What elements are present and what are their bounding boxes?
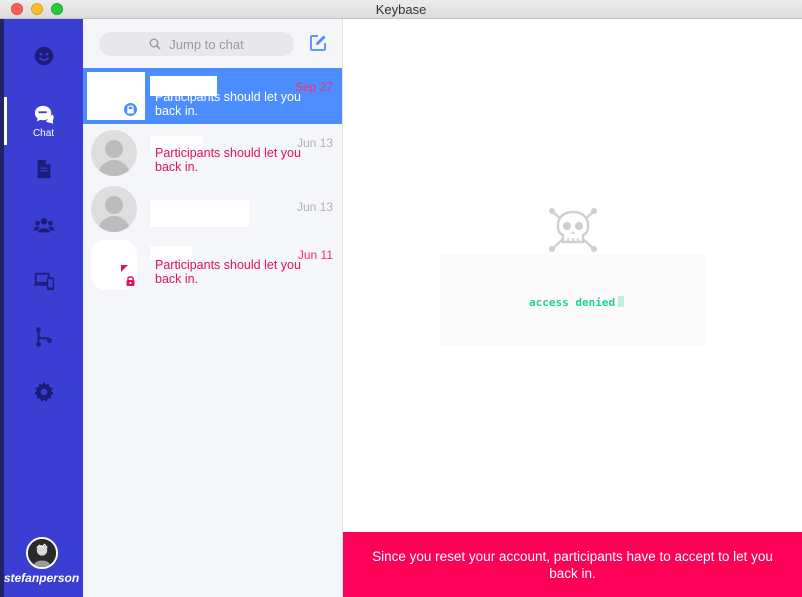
teams-icon: [32, 218, 55, 233]
search-placeholder: Jump to chat: [169, 36, 244, 52]
compose-icon[interactable]: [309, 34, 327, 52]
conversation-row[interactable]: Sep 27 Participants should let you back …: [83, 68, 342, 124]
title-bar: Keybase: [0, 0, 802, 19]
conversation-snippet: Participants should let you back in.: [155, 146, 301, 174]
access-denied-label: access denied: [529, 296, 616, 309]
window-title: Keybase: [375, 2, 427, 17]
search-icon: [149, 38, 161, 50]
access-denied-text: access denied: [529, 296, 625, 309]
current-user[interactable]: stefanperson: [0, 537, 83, 585]
gear-icon: [33, 381, 54, 402]
nav-item-settings[interactable]: [4, 372, 83, 412]
reset-lock-icon: [124, 103, 137, 116]
skull-icon: [549, 208, 597, 252]
nav-item-git[interactable]: [4, 317, 83, 357]
conversation-snippet: Participants should let you back in.: [155, 90, 301, 118]
devices-icon: [33, 272, 54, 291]
conversation-snippet: Participants should let you back in.: [155, 258, 301, 286]
conversation-avatar: [91, 186, 137, 232]
nav-item-chat[interactable]: Chat: [4, 97, 83, 145]
avatar-fragment: [121, 265, 128, 272]
nav-item-teams[interactable]: [4, 205, 83, 245]
git-icon: [35, 327, 52, 347]
nav-item-files[interactable]: [4, 149, 83, 189]
nav-label-chat: Chat: [32, 127, 55, 139]
conversation-row[interactable]: Jun 11 Participants should let you back …: [83, 236, 342, 292]
terminal-cursor: [618, 296, 625, 307]
username-label: stefanperson: [3, 571, 80, 585]
conversation-pane: access denied Since you reset your accou…: [343, 19, 802, 597]
conversation-row[interactable]: Jun 13 Participants should let you back …: [83, 124, 342, 180]
conversation-avatar: [91, 130, 137, 176]
conversation-row[interactable]: Jun 13: [83, 180, 342, 236]
jump-to-chat-search[interactable]: Jump to chat: [99, 32, 294, 56]
nav-item-devices[interactable]: [4, 261, 83, 301]
nav-item-people[interactable]: [4, 36, 83, 76]
user-avatar[interactable]: [25, 537, 58, 569]
reset-account-banner: Since you reset your account, participan…: [343, 532, 802, 597]
inbox-panel: Jump to chat Sep 27 Participants should …: [83, 19, 343, 597]
people-icon: [34, 46, 53, 66]
user-avatar-image: [27, 539, 56, 567]
files-icon: [37, 159, 50, 179]
conversation-timestamp: Jun 13: [296, 200, 333, 214]
reset-lock-icon: [126, 276, 135, 286]
chat-icon: [34, 105, 54, 124]
conversation-participants: [150, 200, 249, 227]
